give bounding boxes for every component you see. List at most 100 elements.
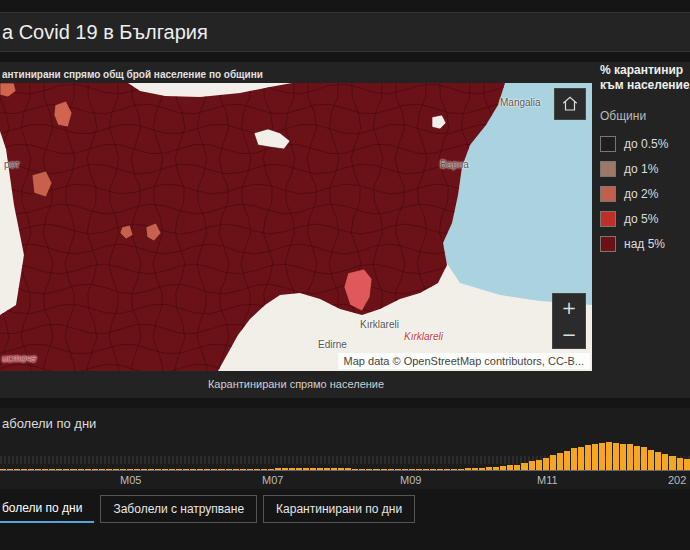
chart-bar[interactable] <box>14 469 20 470</box>
chart-bar[interactable] <box>49 469 55 470</box>
map-canvas[interactable] <box>0 83 592 371</box>
chart-bar[interactable] <box>70 469 76 470</box>
chart-bar[interactable] <box>28 469 34 470</box>
chart-bar[interactable] <box>514 465 520 470</box>
chart-bar[interactable] <box>7 469 13 470</box>
chart-bar[interactable] <box>479 468 485 470</box>
chart-bar[interactable] <box>56 469 62 470</box>
chart-bar[interactable] <box>507 465 513 470</box>
chart-bar[interactable] <box>416 469 422 470</box>
chart-bar[interactable] <box>345 468 351 470</box>
chart-bar[interactable] <box>240 469 246 470</box>
chart-bar[interactable] <box>183 469 189 470</box>
tab[interactable]: Заболели с натрупване <box>100 495 257 523</box>
chart-bar[interactable] <box>78 469 84 470</box>
chart-bar[interactable] <box>155 469 161 470</box>
chart-bar[interactable] <box>42 469 48 470</box>
chart-bar[interactable] <box>106 469 112 470</box>
chart-bar[interactable] <box>190 469 196 470</box>
chart-bar[interactable] <box>127 469 133 470</box>
chart-bar[interactable] <box>578 447 584 470</box>
chart-bar[interactable] <box>493 467 499 470</box>
chart-bar[interactable] <box>606 442 612 470</box>
tab[interactable]: Карантинирани по дни <box>263 495 415 523</box>
chart-bar[interactable] <box>599 443 605 470</box>
municipality-region[interactable] <box>0 83 16 97</box>
municipality-region[interactable] <box>32 171 52 197</box>
chart-bar[interactable] <box>148 469 154 470</box>
chart-bar[interactable] <box>648 450 654 470</box>
chart-bar[interactable] <box>684 459 690 470</box>
chart-bar[interactable] <box>465 468 471 470</box>
chart-bar[interactable] <box>521 463 527 470</box>
chart-bar[interactable] <box>317 468 323 470</box>
chart-bar[interactable] <box>458 469 464 470</box>
chart-bar[interactable] <box>289 468 295 470</box>
chart-bar[interactable] <box>444 469 450 470</box>
chart-bar[interactable] <box>85 469 91 470</box>
chart-bar[interactable] <box>381 469 387 470</box>
chart-bar[interactable] <box>303 468 309 470</box>
chart-bar[interactable] <box>211 469 217 470</box>
chart-bar[interactable] <box>620 444 626 470</box>
tab[interactable]: болели по дни <box>0 495 94 523</box>
chart-bar[interactable] <box>557 453 563 470</box>
map[interactable]: MangaliaВарнаKırklareliEdirneKırklareliр… <box>0 83 592 371</box>
chart-bar[interactable] <box>324 468 330 470</box>
chart-bar[interactable] <box>655 452 661 470</box>
chart-bar[interactable] <box>35 469 41 470</box>
chart-bar[interactable] <box>197 469 203 470</box>
chart-bar[interactable] <box>310 468 316 470</box>
chart-bar[interactable] <box>543 458 549 470</box>
chart-bar[interactable] <box>134 469 140 470</box>
chart-bar[interactable] <box>423 469 429 470</box>
chart-bar[interactable] <box>169 469 175 470</box>
chart-bar[interactable] <box>366 469 372 470</box>
zoom-in-button[interactable]: + <box>553 294 585 321</box>
chart-bar[interactable] <box>592 444 598 470</box>
chart-bar[interactable] <box>261 469 267 470</box>
chart-bar[interactable] <box>472 468 478 470</box>
home-button[interactable] <box>554 88 586 120</box>
chart-bar[interactable] <box>451 469 457 470</box>
chart-bar[interactable] <box>550 455 556 470</box>
chart-bar[interactable] <box>662 454 668 470</box>
chart-bar[interactable] <box>204 469 210 470</box>
chart-bar[interactable] <box>486 467 492 470</box>
municipality-region[interactable] <box>146 223 161 241</box>
chart-bar[interactable] <box>254 469 260 470</box>
chart-bar[interactable] <box>99 469 105 470</box>
chart-bar[interactable] <box>176 469 182 470</box>
municipality-region[interactable] <box>344 269 372 311</box>
municipality-region[interactable] <box>120 225 133 239</box>
chart-bar[interactable] <box>409 469 415 470</box>
chart-bar[interactable] <box>268 469 274 470</box>
chart-bar[interactable] <box>536 460 542 470</box>
municipality-region[interactable] <box>54 101 72 127</box>
chart-bar[interactable] <box>352 469 358 470</box>
chart-bar[interactable] <box>0 469 6 470</box>
chart-bar[interactable] <box>226 469 232 470</box>
chart-bar[interactable] <box>21 469 27 470</box>
municipality-region[interactable] <box>432 115 446 129</box>
zoom-out-button[interactable]: − <box>553 321 585 348</box>
chart-bar[interactable] <box>402 469 408 470</box>
chart-bar[interactable] <box>63 469 69 470</box>
chart-bar[interactable] <box>275 468 281 470</box>
chart-bar[interactable] <box>627 444 633 470</box>
chart-bar[interactable] <box>331 468 337 470</box>
chart-bar[interactable] <box>141 469 147 470</box>
chart-bar[interactable] <box>120 469 126 470</box>
chart-bar[interactable] <box>282 468 288 470</box>
chart-bar[interactable] <box>500 466 506 470</box>
chart-bar[interactable] <box>571 448 577 470</box>
chart-bar[interactable] <box>613 443 619 470</box>
chart-bar[interactable] <box>634 446 640 470</box>
chart-bar[interactable] <box>162 469 168 470</box>
chart-bar[interactable] <box>373 469 379 470</box>
chart-bar[interactable] <box>233 469 239 470</box>
chart-bar[interactable] <box>388 469 394 470</box>
chart-bar[interactable] <box>92 469 98 470</box>
chart-bar[interactable] <box>669 456 675 470</box>
chart-bar[interactable] <box>218 469 224 470</box>
